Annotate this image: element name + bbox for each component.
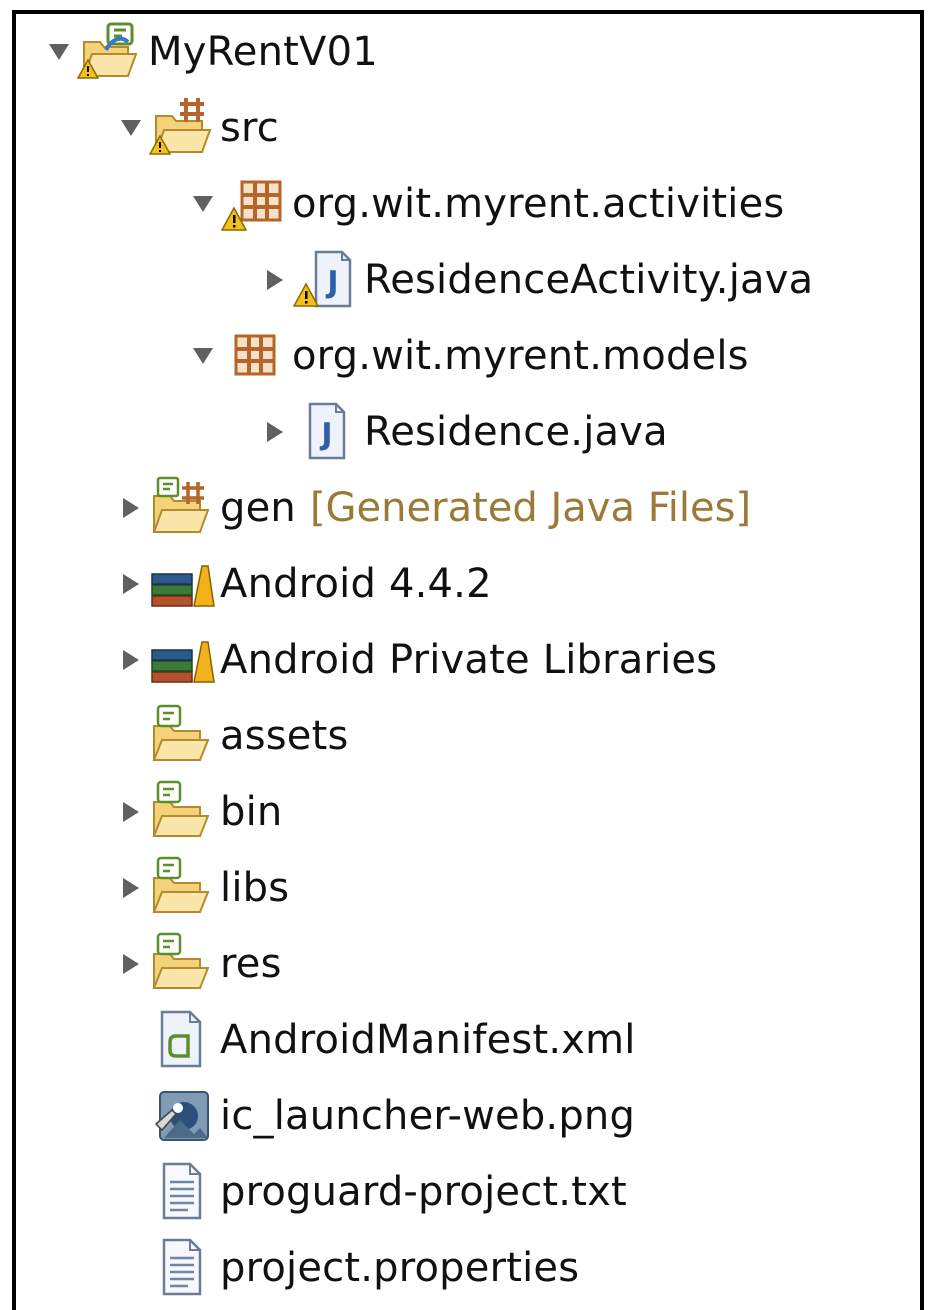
folder-icon xyxy=(146,704,218,768)
java-file-icon: J xyxy=(290,400,362,464)
tree-item-src[interactable]: src xyxy=(16,90,920,166)
android-manifest-icon xyxy=(146,1008,218,1072)
java-file-warning-icon: J xyxy=(290,248,362,312)
text-file-icon xyxy=(146,1236,218,1300)
tree-item-android-manifest[interactable]: AndroidManifest.xml xyxy=(16,1002,920,1078)
tree-item-decoration: [Generated Java Files] xyxy=(309,485,752,531)
tree-item-label: bin xyxy=(220,789,283,835)
tree-item-assets[interactable]: assets xyxy=(16,698,920,774)
tree-item-residence-java[interactable]: J Residence.java xyxy=(16,394,920,470)
tree-item-res[interactable]: res xyxy=(16,926,920,1002)
package-icon xyxy=(218,324,290,388)
tree-item-label: assets xyxy=(220,713,349,759)
tree-item-android-library[interactable]: Android 4.4.2 xyxy=(16,546,920,622)
expand-triangle-icon[interactable] xyxy=(116,108,146,148)
tree-item-label: Android 4.4.2 xyxy=(220,561,492,607)
collapse-triangle-icon[interactable] xyxy=(116,868,146,908)
tree-item-label: proguard-project.txt xyxy=(220,1169,627,1215)
expand-triangle-icon[interactable] xyxy=(44,32,74,72)
folder-icon xyxy=(146,780,218,844)
tree-item-label: libs xyxy=(220,865,290,911)
tree-item-ic-launcher-png[interactable]: ic_launcher-web.png xyxy=(16,1078,920,1154)
tree-item-package-models[interactable]: org.wit.myrent.models xyxy=(16,318,920,394)
tree-item-label: AndroidManifest.xml xyxy=(220,1017,636,1063)
expand-triangle-icon[interactable] xyxy=(188,336,218,376)
android-project-warning-icon xyxy=(74,20,146,84)
tree-item-libs[interactable]: libs xyxy=(16,850,920,926)
library-icon xyxy=(146,552,218,616)
collapse-triangle-icon[interactable] xyxy=(116,564,146,604)
tree-item-project-properties[interactable]: project.properties xyxy=(16,1230,920,1306)
folder-icon xyxy=(146,856,218,920)
generated-source-folder-icon xyxy=(146,476,218,540)
package-warning-icon xyxy=(218,172,290,236)
tree-item-label: src xyxy=(220,105,279,151)
tree-item-gen[interactable]: gen [Generated Java Files] xyxy=(16,470,920,546)
collapse-triangle-icon[interactable] xyxy=(116,792,146,832)
tree-item-label: Residence.java xyxy=(364,409,668,455)
collapse-triangle-icon[interactable] xyxy=(116,640,146,680)
tree-item-proguard-txt[interactable]: proguard-project.txt xyxy=(16,1154,920,1230)
tree-item-label: Android Private Libraries xyxy=(220,637,718,683)
tree-item-label: org.wit.myrent.activities xyxy=(292,181,785,227)
folder-icon xyxy=(146,932,218,996)
tree-item-label: res xyxy=(220,941,282,987)
tree-item-bin[interactable]: bin xyxy=(16,774,920,850)
collapse-triangle-icon[interactable] xyxy=(116,944,146,984)
tree-item-label: MyRentV01 xyxy=(148,29,378,75)
tree-item-project[interactable]: MyRentV01 xyxy=(16,14,920,90)
source-folder-warning-icon xyxy=(146,96,218,160)
library-icon xyxy=(146,628,218,692)
tree-item-package-activities[interactable]: org.wit.myrent.activities xyxy=(16,166,920,242)
package-explorer-tree: MyRentV01 src org.wit.myrent.activities … xyxy=(12,10,924,1310)
tree-item-label: org.wit.myrent.models xyxy=(292,333,749,379)
image-file-icon xyxy=(146,1084,218,1148)
collapse-triangle-icon[interactable] xyxy=(116,488,146,528)
collapse-triangle-icon[interactable] xyxy=(260,412,290,452)
text-file-icon xyxy=(146,1160,218,1224)
tree-item-label: gen xyxy=(220,485,296,531)
tree-item-label: project.properties xyxy=(220,1245,580,1291)
expand-triangle-icon[interactable] xyxy=(188,184,218,224)
svg-text:J: J xyxy=(325,265,338,300)
tree-item-android-private-libraries[interactable]: Android Private Libraries xyxy=(16,622,920,698)
tree-item-label: ic_launcher-web.png xyxy=(220,1093,636,1139)
tree-item-residence-activity-java[interactable]: J ResidenceActivity.java xyxy=(16,242,920,318)
svg-text:J: J xyxy=(319,417,332,452)
tree-item-label: ResidenceActivity.java xyxy=(364,257,814,303)
collapse-triangle-icon[interactable] xyxy=(260,260,290,300)
